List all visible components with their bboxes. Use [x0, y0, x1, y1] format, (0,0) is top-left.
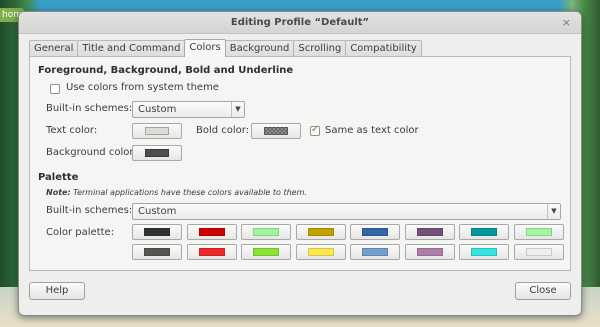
use-system-theme-checkbox[interactable]	[50, 84, 60, 94]
palette-color-button-9[interactable]	[132, 244, 182, 260]
same-as-text-checkbox[interactable]: ✓	[310, 124, 320, 136]
help-button[interactable]: Help	[29, 282, 85, 300]
tab-background[interactable]: Background	[224, 40, 295, 57]
palette-color-swatch	[362, 228, 388, 236]
palette-color-button-14[interactable]	[404, 244, 455, 260]
use-system-theme-label: Use colors from system theme	[66, 82, 219, 93]
palette-color-button-10[interactable]	[186, 244, 237, 260]
palette-color-swatch	[471, 248, 497, 256]
palette-color-swatch	[471, 228, 497, 236]
palette-color-button-8[interactable]	[513, 224, 564, 240]
window-title: Editing Profile “Default”	[230, 17, 370, 28]
palette-builtin-schemes-select[interactable]: Custom ▼	[132, 203, 561, 220]
palette-builtin-schemes-label: Built-in schemes:	[46, 205, 133, 216]
palette-color-button-15[interactable]	[459, 244, 509, 260]
background-color-label: Background color:	[46, 147, 137, 158]
text-color-button[interactable]	[132, 123, 182, 139]
colors-panel: Foreground, Background, Bold and Underli…	[29, 56, 571, 271]
palette-color-swatch	[416, 228, 443, 236]
palette-color-button-7[interactable]	[459, 224, 509, 240]
palette-color-swatch	[144, 248, 170, 256]
bold-color-swatch	[264, 127, 288, 135]
palette-color-button-12[interactable]	[295, 244, 346, 260]
palette-color-swatch	[416, 248, 443, 256]
title-bar[interactable]: Editing Profile “Default” ×	[19, 12, 581, 34]
palette-color-swatch	[198, 228, 225, 236]
background-color-swatch	[145, 149, 169, 157]
palette-color-swatch	[307, 248, 334, 256]
palette-color-button-1[interactable]	[132, 224, 182, 240]
bold-color-button[interactable]	[251, 123, 301, 139]
fg-builtin-schemes-value: Custom	[138, 104, 177, 115]
fg-section-title: Foreground, Background, Bold and Underli…	[38, 65, 294, 76]
chevron-down-icon: ▼	[547, 204, 560, 219]
check-icon: ✓	[311, 124, 320, 135]
profile-editor-window: Editing Profile “Default” × General Titl…	[18, 11, 582, 316]
palette-color-swatch	[525, 248, 552, 256]
tab-bar: General Title and Command Colors Backgro…	[29, 39, 422, 57]
palette-color-button-5[interactable]	[350, 224, 400, 240]
palette-color-button-6[interactable]	[404, 224, 455, 240]
palette-color-button-3[interactable]	[241, 224, 291, 240]
close-icon[interactable]: ×	[562, 16, 571, 30]
palette-color-swatch	[253, 248, 279, 256]
tab-scrolling[interactable]: Scrolling	[293, 40, 347, 57]
palette-color-button-2[interactable]	[186, 224, 237, 240]
palette-color-swatch	[362, 248, 388, 256]
palette-builtin-schemes-value: Custom	[138, 206, 177, 217]
palette-color-swatch	[198, 248, 225, 256]
text-color-label: Text color:	[46, 125, 98, 136]
palette-color-button-4[interactable]	[295, 224, 346, 240]
palette-color-button-16[interactable]	[513, 244, 564, 260]
fg-builtin-schemes-label: Built-in schemes:	[46, 103, 133, 114]
palette-note: Note: Terminal applications have these c…	[46, 188, 307, 197]
tab-compatibility[interactable]: Compatibility	[345, 40, 422, 57]
palette-color-button-13[interactable]	[350, 244, 400, 260]
tab-colors[interactable]: Colors	[184, 39, 226, 57]
tab-general[interactable]: General	[29, 40, 79, 57]
palette-section-title: Palette	[38, 172, 79, 183]
palette-color-swatch	[144, 228, 170, 236]
color-palette-label: Color palette:	[46, 227, 115, 238]
close-button[interactable]: Close	[515, 282, 571, 300]
tab-title-and-command[interactable]: Title and Command	[77, 40, 186, 57]
background-color-button[interactable]	[132, 145, 182, 161]
palette-color-swatch	[525, 228, 552, 236]
bold-color-label: Bold color:	[196, 125, 250, 136]
palette-color-swatch	[307, 228, 334, 236]
chevron-down-icon: ▼	[231, 102, 244, 117]
same-as-text-label: Same as text color	[325, 125, 419, 136]
palette-note-text: Terminal applications have these colors …	[70, 188, 307, 197]
palette-color-swatch	[253, 228, 279, 236]
fg-builtin-schemes-select[interactable]: Custom ▼	[132, 101, 245, 118]
palette-color-button-11[interactable]	[241, 244, 291, 260]
text-color-swatch	[145, 127, 169, 135]
palette-note-prefix: Note:	[46, 188, 71, 197]
